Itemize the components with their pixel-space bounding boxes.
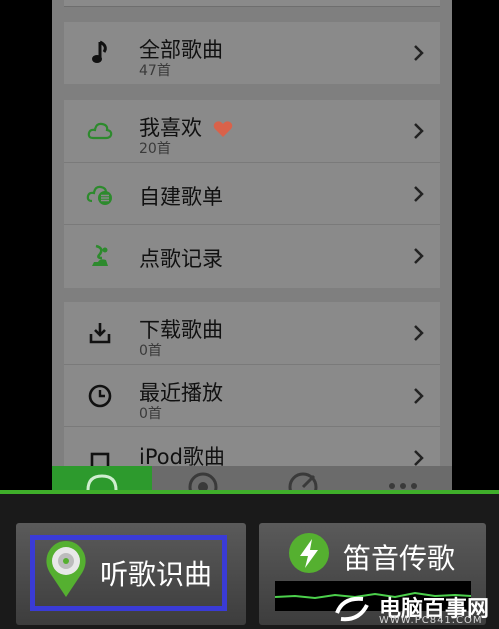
watermark-url: WWW.PC841.COM — [379, 615, 483, 626]
clock-icon — [88, 384, 112, 408]
tab-my-music[interactable] — [52, 466, 152, 490]
all-songs-card: 全部歌曲 47首 — [64, 22, 440, 84]
discover-tab-icon[interactable] — [286, 470, 320, 490]
list-item-favorites[interactable]: 我喜欢 20首 — [64, 100, 440, 162]
all-songs-count: 47首 — [139, 63, 171, 79]
location-pin-icon — [46, 541, 86, 597]
download-icon — [89, 323, 111, 344]
headphones-icon — [86, 474, 118, 490]
custom-playlist-title: 自建歌单 — [139, 185, 223, 209]
identify-song-button[interactable]: 听歌识曲 — [16, 523, 246, 625]
cloud-list-icon — [86, 185, 112, 205]
more-tab-icon[interactable] — [386, 478, 420, 490]
cloud-icon — [87, 122, 113, 140]
whistle-send-label: 笛音传歌 — [343, 542, 456, 575]
music-note-icon — [92, 40, 107, 63]
song-request-icon — [92, 244, 108, 266]
song-requests-title: 点歌记录 — [139, 247, 223, 271]
list-item-song-requests[interactable]: 点歌记录 — [64, 224, 440, 287]
top-card-edge — [64, 0, 440, 7]
list-item-all-songs[interactable]: 全部歌曲 47首 — [64, 22, 440, 84]
chevron-right-icon — [414, 388, 424, 404]
identify-song-label: 听歌识曲 — [100, 558, 213, 591]
list-item-custom-playlist[interactable]: 自建歌单 — [64, 162, 440, 225]
recent-count: 0首 — [139, 406, 162, 422]
chevron-right-icon — [414, 123, 424, 139]
chevron-right-icon — [414, 248, 424, 264]
bottom-tab-bar — [52, 466, 452, 490]
playlists-card: 我喜欢 20首 自建歌单 点歌记录 — [64, 100, 440, 288]
list-item-recent[interactable]: 最近播放 0首 — [64, 364, 440, 427]
chevron-right-icon — [414, 325, 424, 341]
lightning-icon — [289, 533, 329, 573]
site-watermark: 电脑百事网 WWW.PC841.COM — [333, 591, 493, 626]
heart-icon — [213, 121, 232, 137]
music-library-screen: 全部歌曲 47首 我喜欢 20首 自建歌单 点歌记录 下载歌曲 0首 最近播放 … — [52, 0, 452, 490]
radio-tab-icon[interactable] — [186, 470, 220, 490]
favorites-count: 20首 — [139, 141, 171, 157]
list-item-downloads[interactable]: 下载歌曲 0首 — [64, 302, 440, 364]
downloads-count: 0首 — [139, 343, 162, 359]
local-music-card: 下载歌曲 0首 最近播放 0首 iPod歌曲 — [64, 302, 440, 477]
panel-accent-line — [0, 490, 499, 494]
chevron-right-icon — [414, 45, 424, 61]
watermark-logo — [335, 596, 369, 622]
chevron-right-icon — [414, 186, 424, 202]
action-panel: 听歌识曲 笛音传歌 电脑百事网 WWW.PC841.COM — [0, 490, 499, 629]
